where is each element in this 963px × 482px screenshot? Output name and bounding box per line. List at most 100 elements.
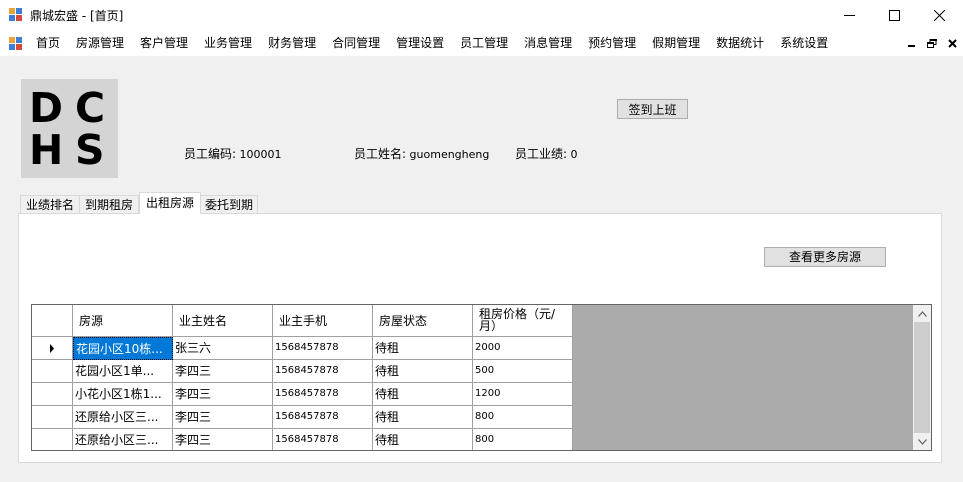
cell-rent-price[interactable]: 1200 (473, 383, 573, 406)
restore-icon (927, 38, 937, 48)
window-title: 鼎城宏盛 - [首页] (30, 9, 124, 23)
close-button[interactable] (916, 0, 962, 31)
table-row[interactable]: 还原给小区三... 李四三 1568457878 待租 800 (32, 406, 573, 429)
grid-corner-header[interactable] (32, 305, 73, 337)
cell-owner-name[interactable]: 李四三 (173, 429, 273, 450)
row-header[interactable] (32, 360, 73, 383)
cell-owner-phone[interactable]: 1568457878 (273, 429, 373, 450)
cell-house-status[interactable]: 待租 (373, 360, 473, 383)
scroll-up-button[interactable] (913, 305, 931, 322)
cell-rent-price[interactable]: 800 (473, 429, 573, 450)
mdi-child-icon[interactable] (9, 37, 23, 51)
column-header-owner-name[interactable]: 业主姓名 (173, 305, 273, 337)
cell-house-status[interactable]: 待租 (373, 383, 473, 406)
tab-rental-listings[interactable]: 出租房源 (139, 192, 201, 214)
menu-item-system-settings[interactable]: 系统设置 (772, 31, 836, 56)
cell-rent-price[interactable]: 500 (473, 360, 573, 383)
close-icon (947, 38, 957, 48)
tab-entrust-expiry[interactable]: 委托到期 (200, 195, 258, 214)
menu-item-contracts[interactable]: 合同管理 (324, 31, 388, 56)
menu-item-appointments[interactable]: 预约管理 (580, 31, 644, 56)
cell-owner-phone[interactable]: 1568457878 (273, 406, 373, 429)
maximize-button[interactable] (871, 0, 917, 31)
employee-code-value: 100001 (239, 148, 282, 161)
row-header[interactable] (32, 406, 73, 429)
chevron-up-icon (917, 310, 927, 317)
cell-listing[interactable]: 花园小区10栋... (73, 337, 173, 360)
company-logo: D C H S (21, 79, 118, 178)
cell-owner-name[interactable]: 李四三 (173, 406, 273, 429)
minimize-icon (843, 15, 855, 16)
column-header-listing[interactable]: 房源 (73, 305, 173, 337)
close-icon (933, 10, 945, 21)
cell-house-status[interactable]: 待租 (373, 429, 473, 450)
tab-expiring-rentals[interactable]: 到期租房 (79, 195, 139, 214)
scrollbar-thumb[interactable] (914, 322, 930, 433)
logo-letter: C (75, 84, 106, 132)
grid-header-row: 房源 业主姓名 业主手机 房屋状态 租房价格（元/月） (32, 305, 573, 337)
logo-letter: H (29, 126, 64, 174)
table-row[interactable]: 花园小区10栋... 张三六 1568457878 待租 2000 (32, 337, 573, 360)
menu-items: 首页 房源管理 客户管理 业务管理 财务管理 合同管理 管理设置 员工管理 消息… (28, 31, 836, 56)
cell-listing[interactable]: 还原给小区三... (73, 406, 173, 429)
menu-item-finance[interactable]: 财务管理 (260, 31, 324, 56)
mdi-close-button[interactable] (945, 36, 959, 50)
more-listings-button[interactable]: 查看更多房源 (764, 247, 886, 267)
chevron-down-icon (917, 438, 927, 445)
cell-owner-name[interactable]: 李四三 (173, 360, 273, 383)
mdi-minimize-button[interactable] (905, 36, 919, 50)
cell-house-status[interactable]: 待租 (373, 337, 473, 360)
tab-performance-ranking[interactable]: 业绩排名 (20, 195, 80, 214)
logo-letter: S (75, 126, 105, 174)
table-row[interactable]: 花园小区1单... 李四三 1568457878 待租 500 (32, 360, 573, 383)
grid-vertical-scrollbar[interactable] (913, 305, 931, 450)
employee-performance: 员工业绩: 0 (515, 145, 578, 162)
menu-item-business[interactable]: 业务管理 (196, 31, 260, 56)
cell-listing[interactable]: 小花小区1栋1... (73, 383, 173, 406)
scroll-down-button[interactable] (913, 433, 931, 450)
menu-item-statistics[interactable]: 数据统计 (708, 31, 772, 56)
cell-owner-phone[interactable]: 1568457878 (273, 337, 373, 360)
column-header-house-status[interactable]: 房屋状态 (373, 305, 473, 337)
menu-item-admin-settings[interactable]: 管理设置 (388, 31, 452, 56)
listings-grid[interactable]: 房源 业主姓名 业主手机 房屋状态 租房价格（元/月） 花园小区10栋... 张… (31, 304, 932, 451)
menu-item-employees[interactable]: 员工管理 (452, 31, 516, 56)
cell-owner-phone[interactable]: 1568457878 (273, 383, 373, 406)
table-row[interactable]: 还原给小区三... 李四三 1568457878 待租 800 (32, 429, 573, 450)
title-bar: 鼎城宏盛 - [首页] (0, 0, 963, 31)
menu-item-holidays[interactable]: 假期管理 (644, 31, 708, 56)
column-header-owner-phone[interactable]: 业主手机 (273, 305, 373, 337)
minimize-icon (908, 45, 915, 47)
mdi-restore-button[interactable] (925, 36, 939, 50)
employee-code: 员工编码: 100001 (184, 145, 282, 162)
row-header[interactable] (32, 383, 73, 406)
row-header[interactable] (32, 337, 73, 360)
cell-owner-name[interactable]: 李四三 (173, 383, 273, 406)
menu-item-home[interactable]: 首页 (28, 31, 68, 56)
employee-name-value: guomengheng (409, 148, 490, 161)
cell-listing[interactable]: 还原给小区三... (73, 429, 173, 450)
employee-performance-value: 0 (570, 148, 578, 161)
sign-in-button[interactable]: 签到上班 (617, 99, 688, 119)
app-icon (9, 8, 23, 22)
cell-rent-price[interactable]: 800 (473, 406, 573, 429)
employee-code-label: 员工编码: (184, 147, 237, 161)
column-header-rent-price[interactable]: 租房价格（元/月） (473, 305, 573, 337)
minimize-button[interactable] (826, 0, 872, 31)
menu-item-messages[interactable]: 消息管理 (516, 31, 580, 56)
cell-owner-phone[interactable]: 1568457878 (273, 360, 373, 383)
menu-item-customers[interactable]: 客户管理 (132, 31, 196, 56)
cell-listing[interactable]: 花园小区1单... (73, 360, 173, 383)
logo-letter: D (29, 84, 64, 132)
current-row-arrow-icon (50, 343, 54, 353)
cell-house-status[interactable]: 待租 (373, 406, 473, 429)
employee-performance-label: 员工业绩: (515, 147, 568, 161)
menu-item-housing[interactable]: 房源管理 (68, 31, 132, 56)
cell-rent-price[interactable]: 2000 (473, 337, 573, 360)
table-row[interactable]: 小花小区1栋1... 李四三 1568457878 待租 1200 (32, 383, 573, 406)
row-header[interactable] (32, 429, 73, 450)
menu-bar: 首页 房源管理 客户管理 业务管理 财务管理 合同管理 管理设置 员工管理 消息… (0, 31, 963, 56)
employee-name: 员工姓名: guomengheng (354, 145, 489, 162)
cell-owner-name[interactable]: 张三六 (173, 337, 273, 360)
employee-name-label: 员工姓名: (354, 147, 407, 161)
